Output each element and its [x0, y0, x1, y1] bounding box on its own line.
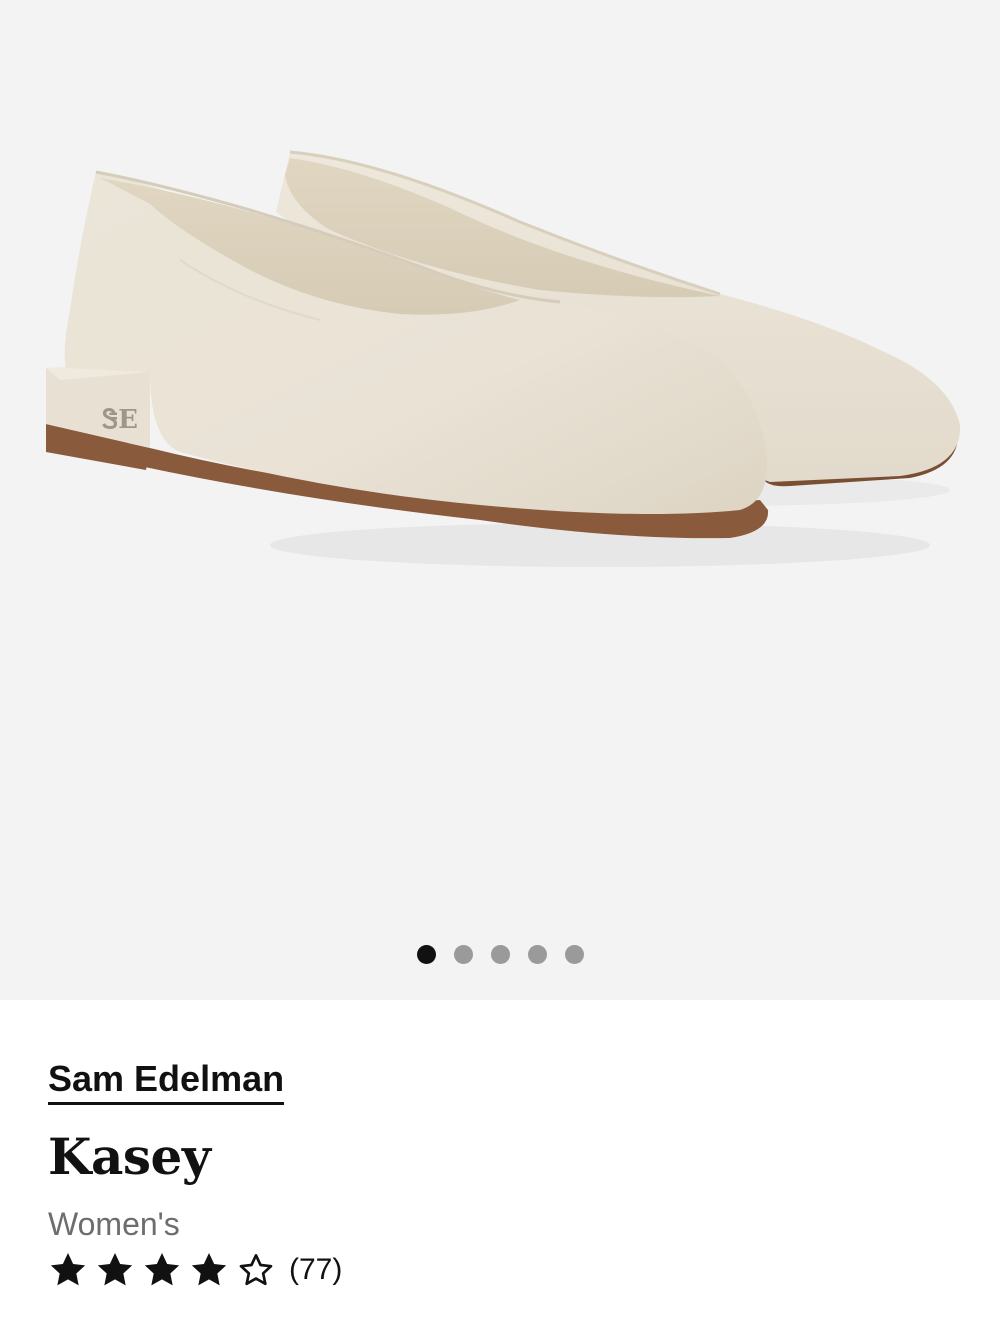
carousel-dots [0, 945, 1000, 964]
product-title: Kasey [48, 1127, 211, 1186]
product-page: ᏕE Sam Edelman Kasey Women's (77) [0, 0, 1000, 1333]
review-count[interactable]: (77) [289, 1250, 342, 1290]
star-filled-icon [97, 1253, 133, 1286]
star-filled-icon [191, 1253, 227, 1286]
rating-summary[interactable]: (77) [48, 1247, 952, 1293]
star-filled-icon [144, 1253, 180, 1286]
product-image-gallery[interactable]: ᏕE [0, 0, 1000, 1000]
product-info: Sam Edelman Kasey Women's (77) [48, 1058, 952, 1293]
carousel-dot-2[interactable] [453, 945, 473, 964]
carousel-dot-1[interactable] [416, 945, 436, 964]
product-gender: Women's [48, 1206, 180, 1242]
carousel-dot-5[interactable] [564, 945, 584, 964]
star-filled-icon [50, 1253, 86, 1286]
star-outline-icon [239, 1254, 273, 1286]
carousel-dot-3[interactable] [490, 945, 510, 964]
svg-text:ᏕE: ᏕE [102, 405, 138, 435]
shoe-pair-image: ᏕE [46, 150, 961, 567]
carousel-dot-4[interactable] [527, 945, 547, 964]
brand-link[interactable]: Sam Edelman [48, 1058, 285, 1105]
